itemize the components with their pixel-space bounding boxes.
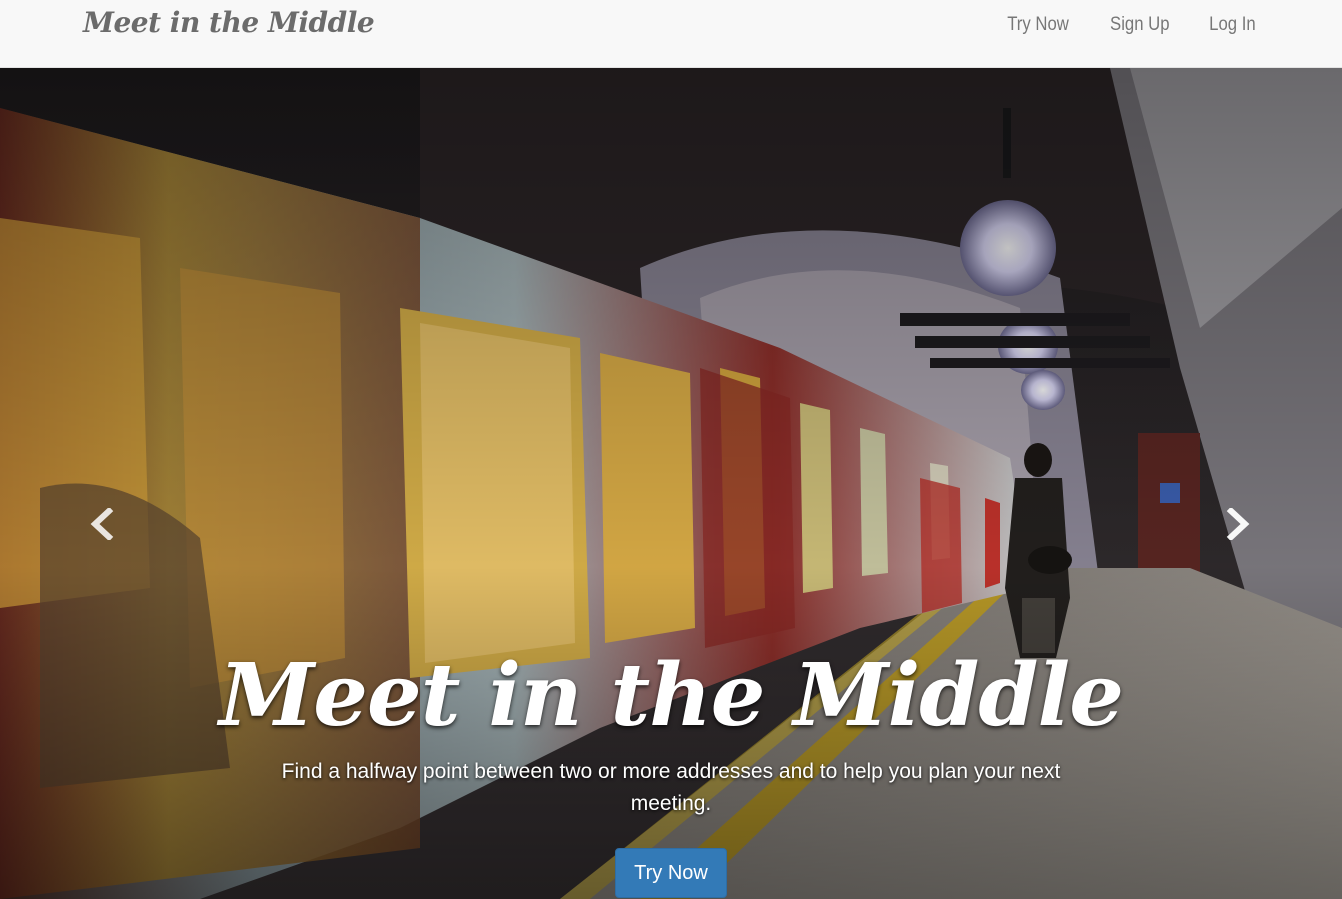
chevron-right-icon: [1226, 508, 1250, 540]
nav-try-now-link[interactable]: Try Now: [1007, 14, 1069, 36]
navbar: Meet in the Middle Try Now Sign Up Log I…: [0, 0, 1342, 68]
brand-logo[interactable]: Meet in the Middle: [83, 6, 375, 39]
carousel-next-button[interactable]: [1218, 504, 1258, 544]
chevron-left-icon: [90, 508, 114, 540]
carousel-caption: Meet in the Middle Find a halfway point …: [0, 636, 1342, 898]
nav-links: Try Now Sign Up Log In: [970, 0, 1259, 50]
carousel-prev-button[interactable]: [82, 504, 122, 544]
nav-sign-up-link[interactable]: Sign Up: [1110, 14, 1169, 36]
hero-title: Meet in the Middle: [219, 645, 1124, 746]
try-now-button[interactable]: Try Now: [615, 848, 727, 898]
nav-log-in-link[interactable]: Log In: [1209, 14, 1255, 36]
hero-subtitle: Find a halfway point between two or more…: [281, 760, 1061, 815]
hero-carousel: Meet in the Middle Find a halfway point …: [0, 68, 1342, 899]
